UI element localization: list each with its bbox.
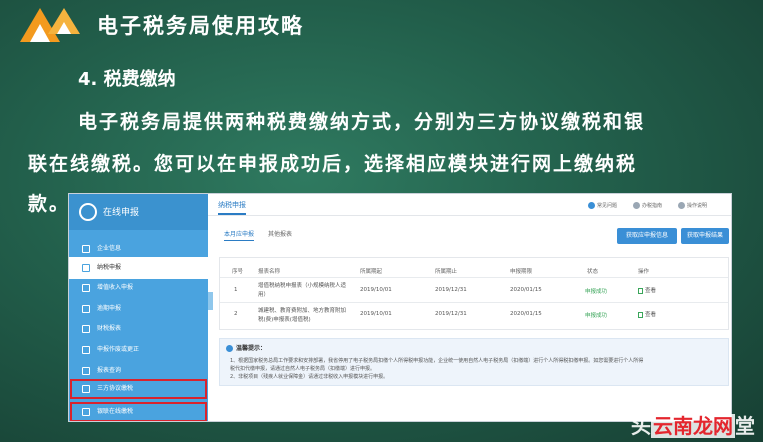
- sidebar-item-label: 企业信息: [97, 245, 122, 252]
- card-icon: [82, 385, 90, 393]
- doc-icon: [82, 264, 90, 272]
- row-divider: [220, 277, 728, 278]
- info-circle-icon: [226, 345, 233, 352]
- edit-icon: [82, 346, 90, 354]
- topbar: 纳税申报 常见问题 办税指南 操作说明: [208, 194, 731, 216]
- sidebar-item-label: 报表查询: [97, 367, 122, 374]
- sidebar-item-overdue[interactable]: 逾期申报: [69, 298, 208, 320]
- paragraph-line-1: 电子税务局提供两种税费缴纳方式，分别为三方协议缴税和银: [78, 111, 646, 133]
- doc-icon: [82, 305, 90, 313]
- sidebar-item-label: 逾期申报: [97, 305, 122, 312]
- view-doc-icon: [638, 287, 643, 294]
- notice-line: 税代扣代缴申报，请通过自然人电子税务局（扣缴端）进行申报。: [230, 366, 376, 372]
- manual-icon: [678, 202, 685, 209]
- sidebar-item-vat-income[interactable]: 增值收入申报: [69, 277, 208, 299]
- sidebar-item-label: 银联在线缴税: [97, 408, 134, 415]
- notice-line: 2、非税项目（残疾人就业保障金）请通过非税收入申报模块进行申报。: [230, 374, 389, 380]
- paragraph-line-2: 联在线缴税。您可以在申报成功后，选择相应模块进行网上缴纳税: [28, 153, 638, 175]
- declare-table: 序号 报表名称 所属期起 所属期止 申报期限 状态 操作 1 增值税纳税申报表（…: [219, 257, 729, 330]
- status-badge: 申报成功: [585, 289, 608, 295]
- sidebar-item-label: 三方协议缴税: [97, 385, 134, 392]
- sidebar-item-financial-reports[interactable]: 财税报表: [69, 318, 208, 340]
- manual-link[interactable]: 操作说明: [678, 202, 707, 209]
- paragraph-line-3: 款。: [28, 193, 71, 215]
- sidebar-header: 在线申报: [69, 194, 208, 230]
- table-header-name: 报表名称: [258, 269, 281, 275]
- info-icon: [82, 245, 90, 253]
- table-header-from: 所属期起: [360, 269, 383, 275]
- triangle-logo-icon: [20, 8, 80, 42]
- book-icon: [633, 202, 640, 209]
- slide-background: 电子税务局使用攻略 4. 税费缴纳 电子税务局提供两种税费缴纳方式，分别为三方协…: [0, 0, 763, 442]
- online-declare-icon: [79, 203, 97, 221]
- report-icon: [82, 325, 90, 333]
- sidebar-header-label: 在线申报: [103, 208, 140, 218]
- tab-other-reports[interactable]: 其他报表: [268, 229, 292, 238]
- sidebar-item-label: 申报作废或更正: [97, 346, 140, 353]
- tax-bureau-screenshot: 在线申报 企业信息 纳税申报 增值收入申报 逾期申报 财税报表 申报作废或更正 …: [68, 193, 732, 422]
- sidebar: 在线申报 企业信息 纳税申报 增值收入申报 逾期申报 财税报表 申报作废或更正 …: [69, 194, 208, 421]
- row-divider: [220, 302, 728, 303]
- table-header-action: 操作: [638, 269, 650, 275]
- table-header-to: 所属期止: [435, 269, 458, 275]
- sidebar-item-label: 财税报表: [97, 325, 122, 332]
- table-header-no: 序号: [232, 269, 244, 275]
- doc-icon: [82, 284, 90, 292]
- view-link[interactable]: 查看: [638, 310, 656, 318]
- sidebar-item-tripartite-payment[interactable]: 三方协议缴税: [69, 378, 208, 400]
- table-header-deadline: 申报期限: [510, 269, 533, 275]
- search-icon: [82, 367, 90, 375]
- notice-line: 1、根据国家税务总局工作要求和安排部署，我省停用了电子税务局扣缴个人所得税申报功…: [230, 358, 644, 364]
- get-declare-info-button[interactable]: 获取应申报信息: [617, 228, 677, 244]
- guide-link[interactable]: 办税指南: [633, 202, 662, 209]
- card-icon: [82, 408, 90, 416]
- sidebar-item-label: 增值收入申报: [97, 284, 134, 291]
- sidebar-item-label: 纳税申报: [97, 264, 122, 271]
- sidebar-collapse-handle[interactable]: [208, 292, 213, 310]
- notice-title: 温馨提示：: [226, 343, 266, 352]
- view-doc-icon: [638, 311, 643, 318]
- sidebar-item-void-correct[interactable]: 申报作废或更正: [69, 339, 208, 361]
- get-declare-result-button[interactable]: 获取申报结果: [681, 228, 729, 244]
- watermark: 头云南龙网堂: [631, 414, 755, 438]
- view-link[interactable]: 查看: [638, 286, 656, 294]
- section-title: 4. 税费缴纳: [78, 69, 176, 90]
- sidebar-item-tax-declare[interactable]: 纳税申报: [69, 257, 208, 279]
- tab-tax-declare[interactable]: 纳税申报: [218, 200, 246, 215]
- sidebar-item-unionpay-payment[interactable]: 银联在线缴税: [69, 401, 208, 421]
- tab-this-month[interactable]: 本月应申报: [224, 229, 255, 241]
- slide-title: 电子税务局使用攻略: [97, 14, 304, 38]
- status-badge: 申报成功: [585, 313, 608, 319]
- question-icon: [588, 202, 595, 209]
- faq-link[interactable]: 常见问题: [588, 202, 617, 209]
- table-header-status: 状态: [587, 269, 599, 275]
- notice-box: 温馨提示： 1、根据国家税务总局工作要求和安排部署，我省停用了电子税务局扣缴个人…: [219, 338, 729, 386]
